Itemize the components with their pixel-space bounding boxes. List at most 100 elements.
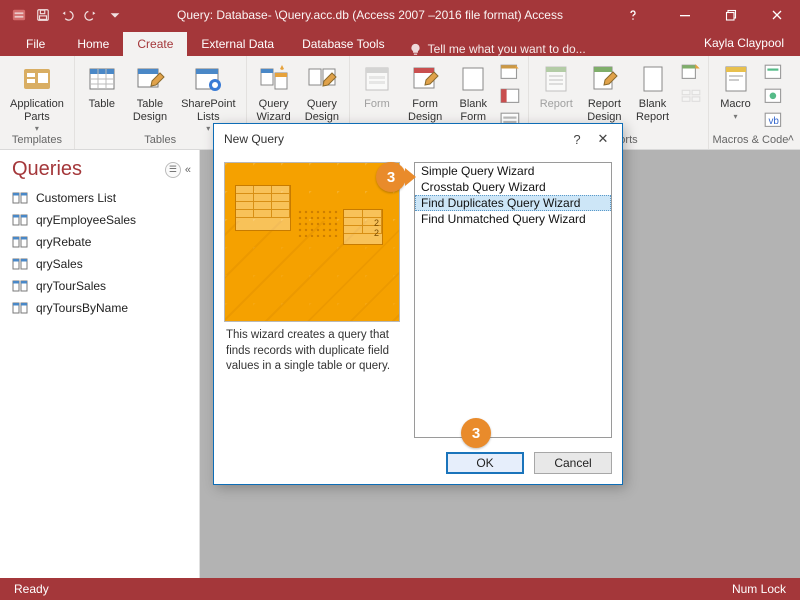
query-wizard-icon (258, 63, 290, 95)
macros-small-buttons: vb (761, 60, 787, 130)
tab-external-data[interactable]: External Data (187, 32, 288, 56)
nav-list: Customers List qryEmployeeSales qryRebat… (0, 187, 199, 327)
visual-basic-icon[interactable]: vb (763, 110, 785, 130)
macro-button[interactable]: Macro ▾ (713, 60, 759, 120)
wizard-list[interactable]: Simple Query WizardCrosstab Query Wizard… (414, 162, 612, 438)
wizard-option[interactable]: Simple Query Wizard (415, 163, 611, 179)
status-left: Ready (14, 582, 49, 596)
form-design-button[interactable]: Form Design (402, 60, 448, 123)
report-button[interactable]: Report (533, 60, 579, 111)
nav-header[interactable]: Queries ☰ « (0, 150, 199, 187)
nav-item[interactable]: qryEmployeeSales (4, 209, 195, 231)
collapse-ribbon-icon[interactable]: ˄ (788, 133, 794, 145)
qat-customize-icon[interactable] (108, 8, 122, 22)
report-design-icon (588, 63, 620, 95)
new-query-dialog: New Query ? ✕ 22 This wizard creates a q… (213, 123, 623, 485)
report-label: Report (540, 98, 573, 111)
nav-title: Queries (12, 158, 82, 181)
quick-access-toolbar (0, 8, 130, 22)
nav-item[interactable]: qrySales (4, 253, 195, 275)
query-design-button[interactable]: Query Design (299, 60, 345, 123)
save-icon[interactable] (36, 8, 50, 22)
form-label: Form (364, 98, 390, 111)
dialog-close-icon[interactable]: ✕ (590, 128, 616, 150)
redo-icon[interactable] (84, 8, 98, 22)
undo-icon[interactable] (60, 8, 74, 22)
tab-home[interactable]: Home (63, 32, 123, 56)
nav-item[interactable]: qryTourSales (4, 275, 195, 297)
form-wizard-icon[interactable] (500, 62, 522, 82)
app-icon (12, 8, 26, 22)
blank-form-button[interactable]: Blank Form (450, 60, 496, 123)
wizard-option[interactable]: Find Duplicates Query Wizard (415, 195, 611, 211)
query-object-icon (12, 279, 28, 293)
tell-me-placeholder: Tell me what you want to do... (428, 42, 586, 56)
status-bar: Ready Num Lock (0, 578, 800, 600)
nav-item[interactable]: qryRebate (4, 231, 195, 253)
tab-database-tools[interactable]: Database Tools (288, 32, 399, 56)
nav-search-icon[interactable]: ☰ (165, 162, 181, 178)
macro-label: Macro (720, 98, 751, 111)
application-parts-button[interactable]: Application Parts ▾ (4, 60, 70, 132)
form-icon (361, 63, 393, 95)
forms-small-buttons (498, 60, 524, 130)
ok-button[interactable]: OK (446, 452, 524, 474)
nav-item[interactable]: qryToursByName (4, 297, 195, 319)
wizard-option[interactable]: Find Unmatched Query Wizard (415, 211, 611, 227)
table-icon (86, 63, 118, 95)
query-design-icon (306, 63, 338, 95)
tab-file[interactable]: File (8, 32, 63, 56)
application-parts-icon (21, 63, 53, 95)
account-user[interactable]: Kayla Claypool (698, 32, 800, 56)
query-object-icon (12, 235, 28, 249)
minimize-button[interactable] (662, 0, 708, 30)
callout-step-3b: 3 (461, 418, 491, 448)
tab-create[interactable]: Create (123, 32, 187, 56)
close-button[interactable] (754, 0, 800, 30)
reports-small-buttons (678, 60, 704, 106)
report-design-button[interactable]: Report Design (581, 60, 627, 123)
dialog-title: New Query (224, 132, 284, 146)
dialog-button-row: OK Cancel (214, 444, 622, 484)
sharepoint-lists-label: SharePoint Lists (181, 98, 235, 123)
window-controls (610, 0, 800, 30)
report-wizard-icon[interactable] (680, 62, 702, 82)
table-button[interactable]: Table (79, 60, 125, 111)
navigation-icon[interactable] (500, 86, 522, 106)
table-design-button[interactable]: Table Design (127, 60, 173, 123)
blank-form-label: Blank Form (459, 98, 487, 123)
class-module-icon[interactable] (763, 86, 785, 106)
form-button[interactable]: Form (354, 60, 400, 111)
svg-text:vb: vb (768, 116, 779, 127)
dialog-titlebar[interactable]: New Query ? ✕ (214, 124, 622, 154)
query-object-icon (12, 301, 28, 315)
module-icon[interactable] (763, 62, 785, 82)
nav-item-label: qrySales (36, 257, 83, 271)
table-label: Table (89, 98, 115, 111)
nav-collapse-icon[interactable]: « (185, 164, 191, 176)
navigation-pane: Queries ☰ « Customers List qryEmployeeSa… (0, 150, 200, 578)
restore-button[interactable] (708, 0, 754, 30)
query-wizard-button[interactable]: Query Wizard (251, 60, 297, 123)
wizard-preview-image: 22 (224, 162, 400, 322)
wizard-option[interactable]: Crosstab Query Wizard (415, 179, 611, 195)
lightbulb-icon (409, 43, 422, 56)
ribbon-tabs: File Home Create External Data Database … (0, 30, 800, 56)
blank-report-icon (637, 63, 669, 95)
labels-icon[interactable] (680, 86, 702, 106)
query-object-icon (12, 257, 28, 271)
help-icon[interactable] (610, 0, 656, 30)
cancel-button[interactable]: Cancel (534, 452, 612, 474)
document-area: New Query ? ✕ 22 This wizard creates a q… (200, 150, 800, 578)
sharepoint-lists-button[interactable]: SharePoint Lists ▾ (175, 60, 241, 132)
nav-item[interactable]: Customers List (4, 187, 195, 209)
table-design-label: Table Design (133, 98, 167, 123)
blank-report-button[interactable]: Blank Report (630, 60, 676, 123)
tell-me-search[interactable]: Tell me what you want to do... (409, 42, 586, 56)
title-bar: Query: Database- \Query.acc.db (Access 2… (0, 0, 800, 30)
nav-item-label: Customers List (36, 191, 116, 205)
dialog-help-icon[interactable]: ? (564, 128, 590, 150)
dropdown-icon: ▾ (733, 114, 737, 120)
ribbon-group-macros: Macro ▾ vb Macros & Code (709, 56, 793, 149)
form-design-label: Form Design (408, 98, 442, 123)
